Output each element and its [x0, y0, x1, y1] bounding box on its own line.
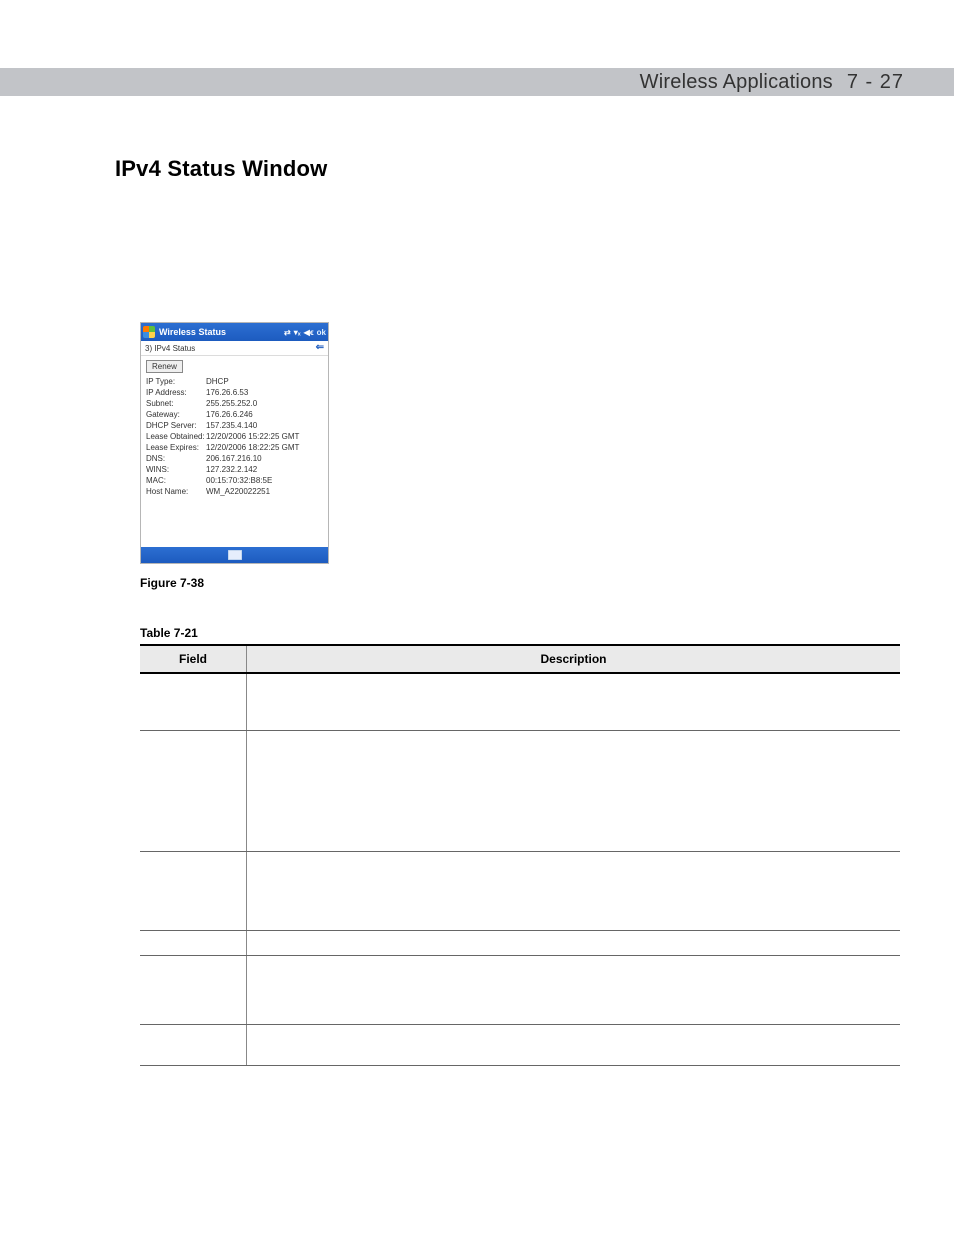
- status-key: Subnet:: [146, 398, 206, 409]
- status-val: 00:15:70:32:B8:5E: [206, 475, 323, 486]
- page-number: 7 - 27: [847, 71, 904, 94]
- status-key: WINS:: [146, 464, 206, 475]
- status-key: DNS:: [146, 453, 206, 464]
- renew-button[interactable]: Renew: [146, 360, 183, 373]
- table-row: [140, 852, 900, 931]
- table-row: [140, 731, 900, 852]
- status-key: Gateway:: [146, 409, 206, 420]
- table-row: [140, 1025, 900, 1066]
- screenshot-titlebar: Wireless Status ⇄ ▾ₓ ◀ϵ ok: [141, 323, 328, 341]
- signal-icon: ▾ₓ: [294, 328, 301, 337]
- status-row: DNS:206.167.216.10: [146, 453, 323, 464]
- status-row: MAC:00:15:70:32:B8:5E: [146, 475, 323, 486]
- status-val: 176.26.6.53: [206, 387, 323, 398]
- status-val: 255.255.252.0: [206, 398, 323, 409]
- table-row: [140, 931, 900, 956]
- page-header-bar: Wireless Applications 7 - 27: [0, 68, 954, 96]
- section-heading: IPv4 Status Window: [115, 156, 904, 182]
- status-key: DHCP Server:: [146, 420, 206, 431]
- field-description-table: Field Description: [140, 644, 900, 1066]
- screenshot-bottombar: [141, 547, 328, 563]
- status-row: Lease Expires:12/20/2006 18:22:25 GMT: [146, 442, 323, 453]
- status-row: IP Type:DHCP: [146, 376, 323, 387]
- status-val: WM_A220022251: [206, 486, 323, 497]
- status-key: IP Address:: [146, 387, 206, 398]
- top-whitespace: [0, 0, 954, 68]
- keyboard-icon[interactable]: [228, 550, 242, 560]
- status-row: Subnet:255.255.252.0: [146, 398, 323, 409]
- status-val: DHCP: [206, 376, 323, 387]
- figure-caption: Figure 7-38: [140, 576, 904, 590]
- status-val: 157.235.4.140: [206, 420, 323, 431]
- status-key: IP Type:: [146, 376, 206, 387]
- ok-button[interactable]: ok: [317, 328, 326, 337]
- device-screenshot: Wireless Status ⇄ ▾ₓ ◀ϵ ok 3) IPv4 Statu…: [140, 322, 329, 564]
- status-key: Host Name:: [146, 486, 206, 497]
- connectivity-icon: ⇄: [284, 328, 291, 337]
- windows-flag-icon: [143, 326, 155, 338]
- table-row: [140, 956, 900, 1025]
- screenshot-empty-space: [146, 497, 323, 545]
- system-tray: ⇄ ▾ₓ ◀ϵ ok: [284, 328, 326, 337]
- status-val: 12/20/2006 15:22:25 GMT: [206, 431, 323, 442]
- screenshot-body: Renew IP Type:DHCP IP Address:176.26.6.5…: [141, 356, 328, 547]
- status-key: Lease Expires:: [146, 442, 206, 453]
- status-val: 176.26.6.246: [206, 409, 323, 420]
- table-row: [140, 673, 900, 731]
- screenshot-title: Wireless Status: [159, 327, 280, 337]
- status-row: Host Name:WM_A220022251: [146, 486, 323, 497]
- page-header-title: Wireless Applications: [640, 71, 833, 94]
- status-row: DHCP Server:157.235.4.140: [146, 420, 323, 431]
- page-content: IPv4 Status Window Wireless Status ⇄ ▾ₓ …: [0, 96, 954, 1066]
- table-header-field: Field: [140, 645, 247, 673]
- status-key: MAC:: [146, 475, 206, 486]
- status-key: Lease Obtained:: [146, 431, 206, 442]
- status-val: 206.167.216.10: [206, 453, 323, 464]
- status-row: WINS:127.232.2.142: [146, 464, 323, 475]
- screenshot-subbar: 3) IPv4 Status ⇐: [141, 341, 328, 356]
- subbar-label: 3) IPv4 Status: [145, 344, 195, 353]
- intro-paragraph-area: [115, 202, 904, 322]
- status-val: 12/20/2006 18:22:25 GMT: [206, 442, 323, 453]
- table-caption: Table 7-21: [140, 626, 904, 640]
- status-row: Lease Obtained:12/20/2006 15:22:25 GMT: [146, 431, 323, 442]
- status-row: Gateway:176.26.6.246: [146, 409, 323, 420]
- status-row: IP Address:176.26.6.53: [146, 387, 323, 398]
- table-header-description: Description: [247, 645, 901, 673]
- back-arrow-icon[interactable]: ⇐: [316, 343, 324, 353]
- status-val: 127.232.2.142: [206, 464, 323, 475]
- volume-icon: ◀ϵ: [304, 328, 314, 337]
